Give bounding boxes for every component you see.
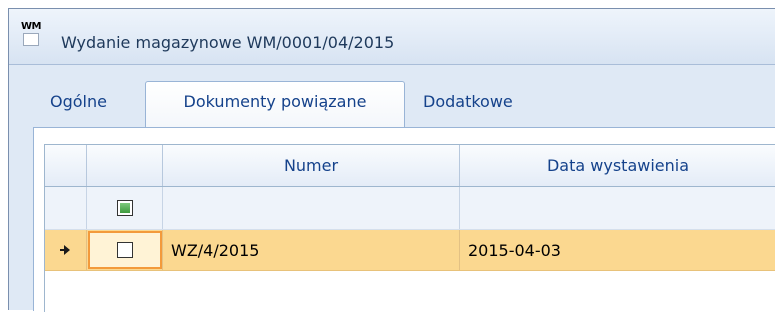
related-documents-grid: Numer Data wystawienia WZ/4/2015 2015-04… — [44, 144, 775, 312]
cell-data-wystawienia[interactable]: 2015-04-03 — [460, 230, 775, 270]
select-all-checkbox[interactable] — [116, 200, 133, 216]
row-select-cell[interactable] — [87, 231, 162, 269]
tab-dokumenty-powiazane[interactable]: Dokumenty powiązane — [145, 81, 405, 127]
row-pointer-icon — [64, 245, 70, 255]
current-row-indicator — [45, 230, 87, 270]
table-row[interactable]: WZ/4/2015 2015-04-03 — [45, 230, 775, 271]
document-window: WM Wydanie magazynowe WM/0001/04/2015 Og… — [8, 8, 775, 312]
header-select-column[interactable] — [87, 145, 163, 186]
tab-ogolne[interactable]: Ogólne — [40, 87, 117, 117]
column-header-data-wystawienia[interactable]: Data wystawienia — [460, 145, 775, 186]
tab-panel: Numer Data wystawienia WZ/4/2015 2015-04… — [33, 127, 775, 312]
wm-icon-label: WM — [21, 21, 41, 32]
column-header-numer[interactable]: Numer — [163, 145, 460, 186]
wm-document-icon: WM — [21, 21, 43, 46]
filter-cell-data[interactable] — [460, 187, 775, 229]
filter-row — [45, 187, 775, 230]
title-bar: WM Wydanie magazynowe WM/0001/04/2015 — [9, 9, 775, 65]
grid-header: Numer Data wystawienia — [45, 145, 775, 187]
tab-dodatkowe[interactable]: Dodatkowe — [413, 87, 523, 117]
header-indicator-column — [45, 145, 87, 186]
row-checkbox[interactable] — [116, 242, 133, 258]
filter-cell-numer[interactable] — [163, 187, 460, 229]
cell-numer[interactable]: WZ/4/2015 — [163, 230, 460, 270]
window-title: Wydanie magazynowe WM/0001/04/2015 — [61, 33, 395, 52]
tab-strip: Ogólne Dokumenty powiązane Dodatkowe — [9, 65, 775, 135]
